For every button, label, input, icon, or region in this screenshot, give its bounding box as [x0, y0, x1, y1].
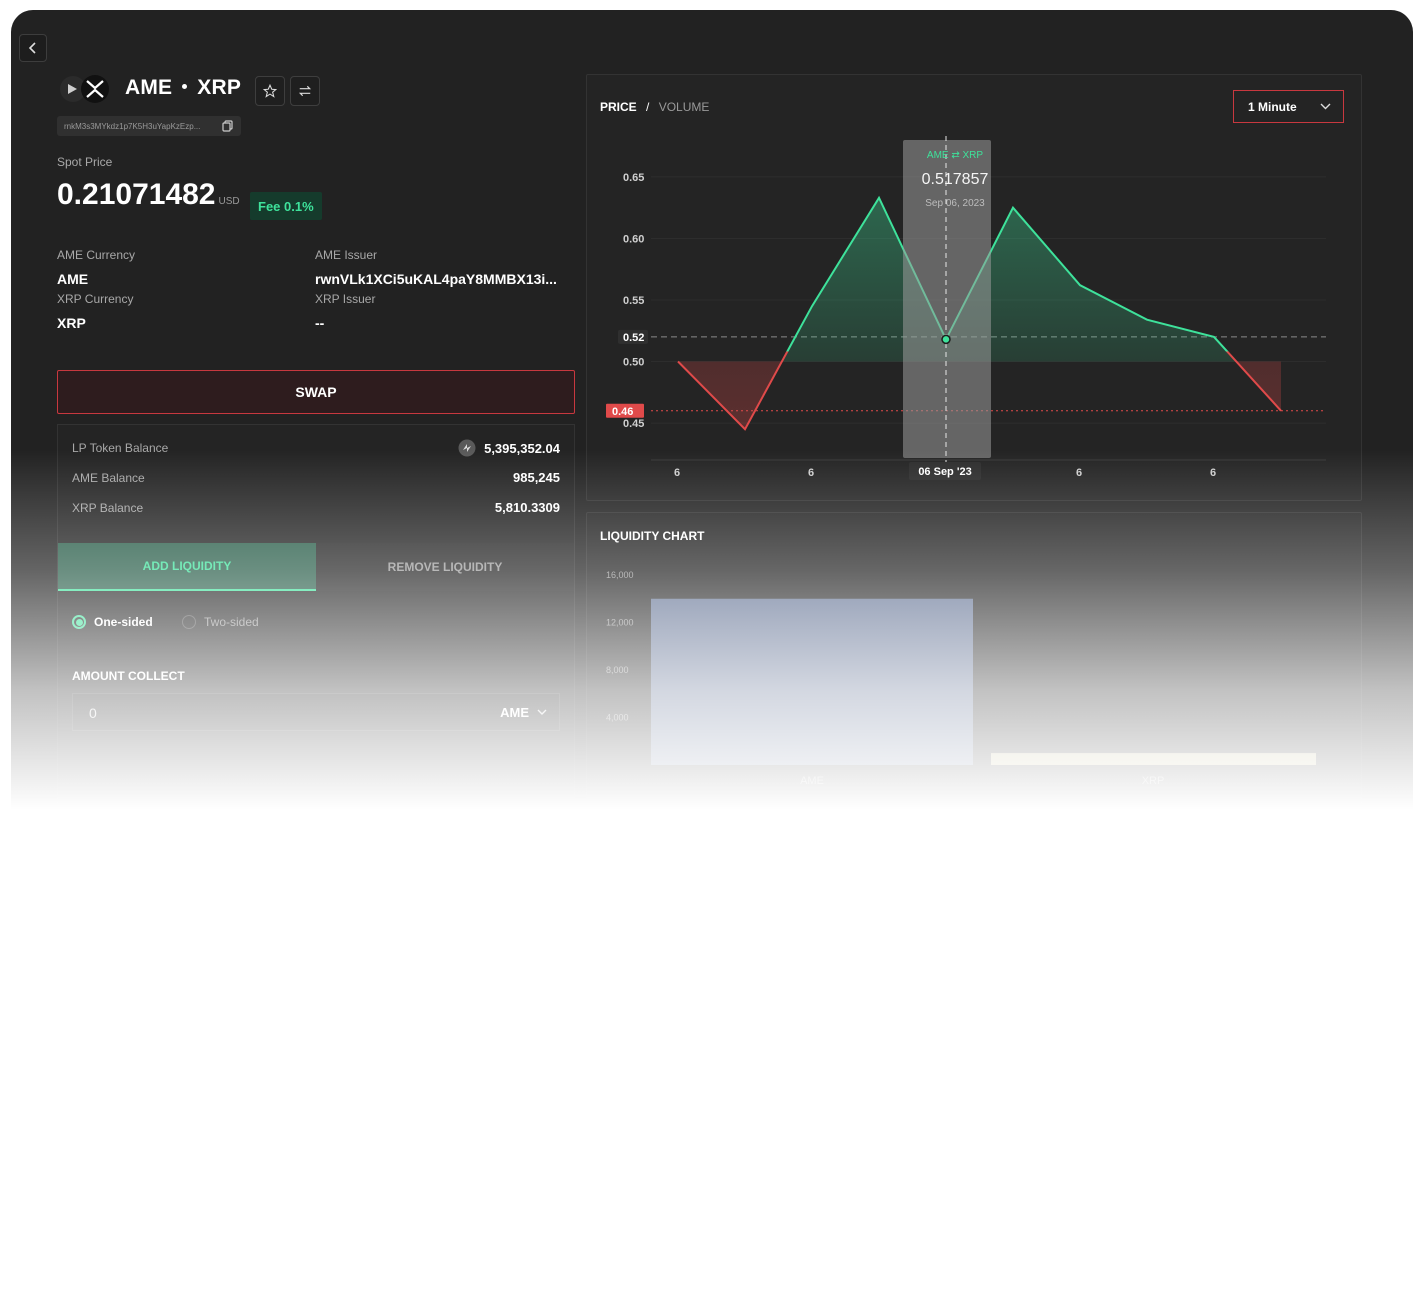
- tab-add-liquidity[interactable]: ADD LIQUIDITY: [58, 543, 316, 591]
- app-panel: AME XRP rnkM3s3MYkdz1p7K5H3uYapKzEzp... S…: [11, 10, 1413, 811]
- y-tick-label: 4,000: [606, 713, 629, 723]
- xrp-currency-label: XRP Currency: [57, 292, 134, 306]
- x-tick-label: 6: [1210, 467, 1216, 479]
- tooltip-date: Sep 06, 2023: [925, 198, 985, 209]
- ame-balance-value: 985,245: [513, 470, 560, 485]
- legend-label: AME: [800, 775, 824, 787]
- y-tick-label: 8,000: [606, 665, 629, 675]
- liquidity-chart-title: LIQUIDITY CHART: [600, 529, 705, 543]
- amount-input[interactable]: 0 AME: [72, 693, 560, 731]
- star-icon: [263, 84, 277, 98]
- chevron-left-icon: [28, 42, 36, 54]
- radio-selected-icon: [72, 615, 86, 629]
- xrp-balance-row: XRP Balance 5,810.3309: [72, 500, 560, 515]
- tab-volume[interactable]: VOLUME: [659, 100, 710, 114]
- swap-button[interactable]: SWAP: [57, 370, 575, 414]
- y-tick-label: 0.55: [623, 295, 644, 307]
- lp-token-balance-label: LP Token Balance: [72, 441, 169, 455]
- legend-label: XRP: [1142, 775, 1165, 787]
- ame-balance-label: AME Balance: [72, 470, 145, 485]
- tooltip-pair: AME ⇄ XRP: [927, 150, 983, 161]
- xrp-currency-value: XRP: [57, 315, 86, 331]
- ame-issuer-label: AME Issuer: [315, 248, 378, 262]
- xrp-issuer-label: XRP Issuer: [315, 292, 376, 306]
- swap-arrows-icon: [298, 85, 312, 97]
- x-tick-label: 6: [674, 467, 680, 479]
- amount-collect-label: AMOUNT COLLECT: [72, 669, 185, 683]
- tab-price[interactable]: PRICE: [600, 100, 637, 114]
- current-price-label: 0.52: [623, 332, 644, 344]
- one-sided-label: One-sided: [94, 615, 153, 629]
- back-button[interactable]: [19, 34, 47, 62]
- xrp-balance-value: 5,810.3309: [494, 500, 560, 515]
- pair-dot: [182, 83, 188, 89]
- price-chart-tabs: PRICE / VOLUME: [600, 100, 709, 114]
- y-tick-label: 16,000: [606, 570, 634, 580]
- token-select-value: AME: [500, 705, 529, 720]
- token-select[interactable]: AME: [500, 705, 547, 720]
- xrp-balance-label: XRP Balance: [72, 500, 144, 515]
- pool-address: rnkM3s3MYkdz1p7K5H3uYapKzEzp...: [64, 121, 201, 131]
- ame-currency-value: AME: [57, 271, 89, 287]
- ame-balance-row: AME Balance 985,245: [72, 470, 560, 485]
- crosshair-point: [941, 334, 951, 345]
- lp-token-balance: 5,395,352.04: [458, 439, 560, 457]
- spot-price-label: Spot Price: [57, 155, 113, 169]
- spot-price-value: 0.21071482: [57, 178, 216, 211]
- fee-badge: Fee 0.1%: [250, 192, 322, 220]
- one-sided-radio[interactable]: One-sided: [72, 615, 153, 629]
- liquidity-bar: [651, 598, 973, 765]
- lp-token-balance-row: LP Token Balance 5,395,352.04: [72, 439, 560, 457]
- quote-token: XRP: [197, 76, 242, 99]
- price-chart[interactable]: 0.65 0.60 0.55 0.50 0.45 0.52 0.46 6 6 06 Sep '23…: [586, 120, 1360, 490]
- amount-value: 0: [89, 705, 97, 721]
- spot-price: 0.21071482 USD: [57, 178, 240, 212]
- interval-value: 1 Minute: [1248, 99, 1297, 114]
- liquidity-bar: [991, 753, 1316, 765]
- tab-separator: /: [646, 100, 650, 114]
- favorite-button[interactable]: [255, 76, 285, 106]
- tooltip-value: 0.517857: [922, 171, 989, 188]
- x-tick-label: 6: [1076, 467, 1082, 479]
- lp-token-icon: [458, 439, 476, 457]
- chevron-down-icon: [1320, 103, 1331, 110]
- token-pair-icons: [60, 75, 109, 103]
- radio-unselected-icon: [182, 615, 196, 629]
- liquidity-tabs: ADD LIQUIDITY REMOVE LIQUIDITY: [58, 543, 574, 591]
- y-tick-label: 0.50: [623, 357, 644, 369]
- x-tick-label: 6: [808, 467, 814, 479]
- two-sided-radio[interactable]: Two-sided: [182, 615, 259, 629]
- xrp-issuer-value: --: [315, 315, 325, 331]
- y-tick-label: 0.60: [623, 233, 644, 245]
- two-sided-label: Two-sided: [204, 615, 259, 629]
- ame-issuer-value: rwnVLk1XCi5uKAL4paY8MMBX13i...: [315, 271, 557, 287]
- interval-select[interactable]: 1 Minute: [1233, 90, 1344, 123]
- open-price-label: 0.46: [612, 406, 633, 418]
- y-tick-label: 12,000: [606, 618, 634, 628]
- base-token: AME: [125, 76, 173, 99]
- swap-direction-button[interactable]: [290, 76, 320, 106]
- pair-title: AME XRP: [125, 76, 241, 100]
- liquidity-chart: 16,000 12,000 8,000 4,000 AME XRP: [606, 570, 1316, 787]
- lp-token-balance-value: 5,395,352.04: [484, 440, 560, 456]
- x-tick-label: 06 Sep '23: [918, 466, 971, 478]
- copy-icon[interactable]: [222, 120, 233, 132]
- liquidity-panel: LP Token Balance 5,395,352.04 AME Balanc…: [57, 424, 575, 811]
- chevron-down-icon: [537, 709, 547, 715]
- pool-address-chip: rnkM3s3MYkdz1p7K5H3uYapKzEzp...: [57, 116, 241, 136]
- y-tick-label: 0.65: [623, 172, 644, 184]
- spot-price-unit: USD: [218, 196, 240, 207]
- y-tick-label: 0.45: [623, 418, 644, 430]
- tab-remove-liquidity[interactable]: REMOVE LIQUIDITY: [316, 543, 574, 591]
- ame-currency-label: AME Currency: [57, 248, 136, 262]
